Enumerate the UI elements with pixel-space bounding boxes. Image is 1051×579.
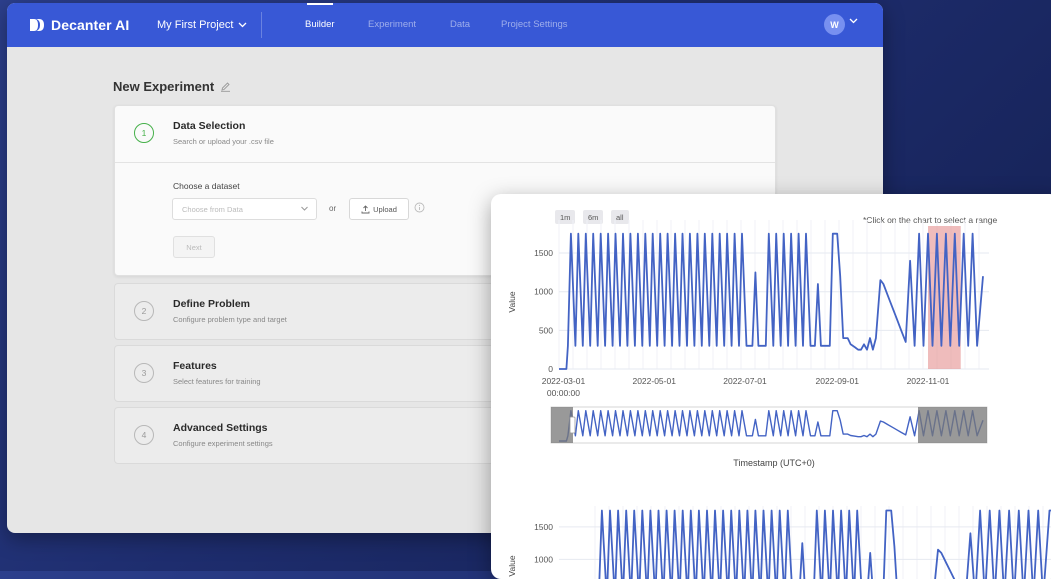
next-button[interactable]: Next — [173, 236, 215, 258]
step-number-badge: 3 — [134, 363, 154, 383]
page-title-text: New Experiment — [113, 79, 214, 94]
chart-panel: 1m 6m all *Click on the chart to select … — [491, 194, 1051, 579]
step-header[interactable]: 1 Data Selection Search or upload your .… — [115, 106, 775, 164]
y-axis-label: Value — [507, 555, 517, 576]
x-tick-label: 2022-07-01 — [723, 376, 767, 386]
brand-name: Decanter AI — [51, 17, 129, 33]
or-separator: or — [329, 204, 336, 213]
chevron-down-icon — [238, 22, 247, 28]
info-icon[interactable] — [414, 202, 425, 213]
step-subtitle: Select features for training — [173, 377, 261, 386]
dataset-select[interactable]: Choose from Data — [172, 198, 317, 220]
step-subtitle: Search or upload your .csv file — [173, 137, 274, 146]
upload-button[interactable]: Upload — [349, 198, 409, 220]
tab-data[interactable]: Data — [450, 19, 470, 30]
step-number-badge: 2 — [134, 301, 154, 321]
step-title: Features — [173, 360, 217, 372]
tab-project-settings[interactable]: Project Settings — [501, 19, 568, 30]
y-axis-label: Value — [507, 291, 517, 312]
step-subtitle: Configure problem type and target — [173, 315, 287, 324]
dataset-select-placeholder: Choose from Data — [182, 205, 243, 214]
choose-dataset-label: Choose a dataset — [173, 181, 240, 191]
y-tick-label: 1000 — [534, 287, 553, 297]
step-title: Define Problem — [173, 298, 250, 310]
series-line-lower — [589, 511, 1051, 579]
x-tick-sublabel: 00:00:00 — [547, 388, 580, 398]
upload-label: Upload — [373, 205, 397, 214]
time-series-chart[interactable]: 0 500 1000 1500 Value 2022-03-01 00:00:00 2022-… — [491, 194, 1051, 579]
y-tick-label: 0 — [548, 364, 553, 374]
x-tick-label: 2022-09-01 — [815, 376, 859, 386]
tab-builder[interactable]: Builder — [305, 19, 335, 30]
top-navbar: Decanter AI My First Project Builder Exp… — [7, 3, 883, 47]
project-selector[interactable]: My First Project — [157, 19, 247, 31]
y-tick-label: 1500 — [534, 248, 553, 258]
chevron-down-icon — [300, 204, 309, 213]
x-tick-label: 2022-05-01 — [632, 376, 676, 386]
upload-icon — [361, 205, 370, 214]
series-line — [559, 234, 983, 369]
x-tick-label: 2022-11-01 — [907, 376, 950, 386]
chevron-down-icon[interactable] — [849, 18, 858, 24]
navigator-mask-right — [918, 407, 987, 443]
user-avatar[interactable]: W — [824, 14, 845, 35]
step-number-badge: 1 — [134, 123, 154, 143]
navigator-handle — [570, 417, 575, 433]
divider — [115, 162, 775, 163]
x-tick-label: 2022-03-01 — [542, 376, 586, 386]
step-title: Advanced Settings — [173, 422, 268, 434]
tab-experiment[interactable]: Experiment — [368, 19, 416, 30]
step-subtitle: Configure experiment settings — [173, 439, 273, 448]
nav-divider — [261, 12, 262, 38]
step-title: Data Selection — [173, 120, 245, 132]
edit-pencil-icon[interactable] — [220, 81, 231, 92]
y-tick-label: 1500 — [534, 522, 553, 532]
brand[interactable]: Decanter AI — [29, 17, 129, 33]
x-axis-label: Timestamp (UTC+0) — [733, 458, 814, 468]
brand-logo-icon — [29, 18, 45, 32]
y-tick-label: 500 — [539, 325, 553, 335]
range-navigator — [551, 407, 987, 443]
page-title: New Experiment — [113, 79, 231, 94]
project-name: My First Project — [157, 19, 233, 31]
step-number-badge: 4 — [134, 425, 154, 445]
y-tick-label: 1000 — [534, 554, 553, 564]
